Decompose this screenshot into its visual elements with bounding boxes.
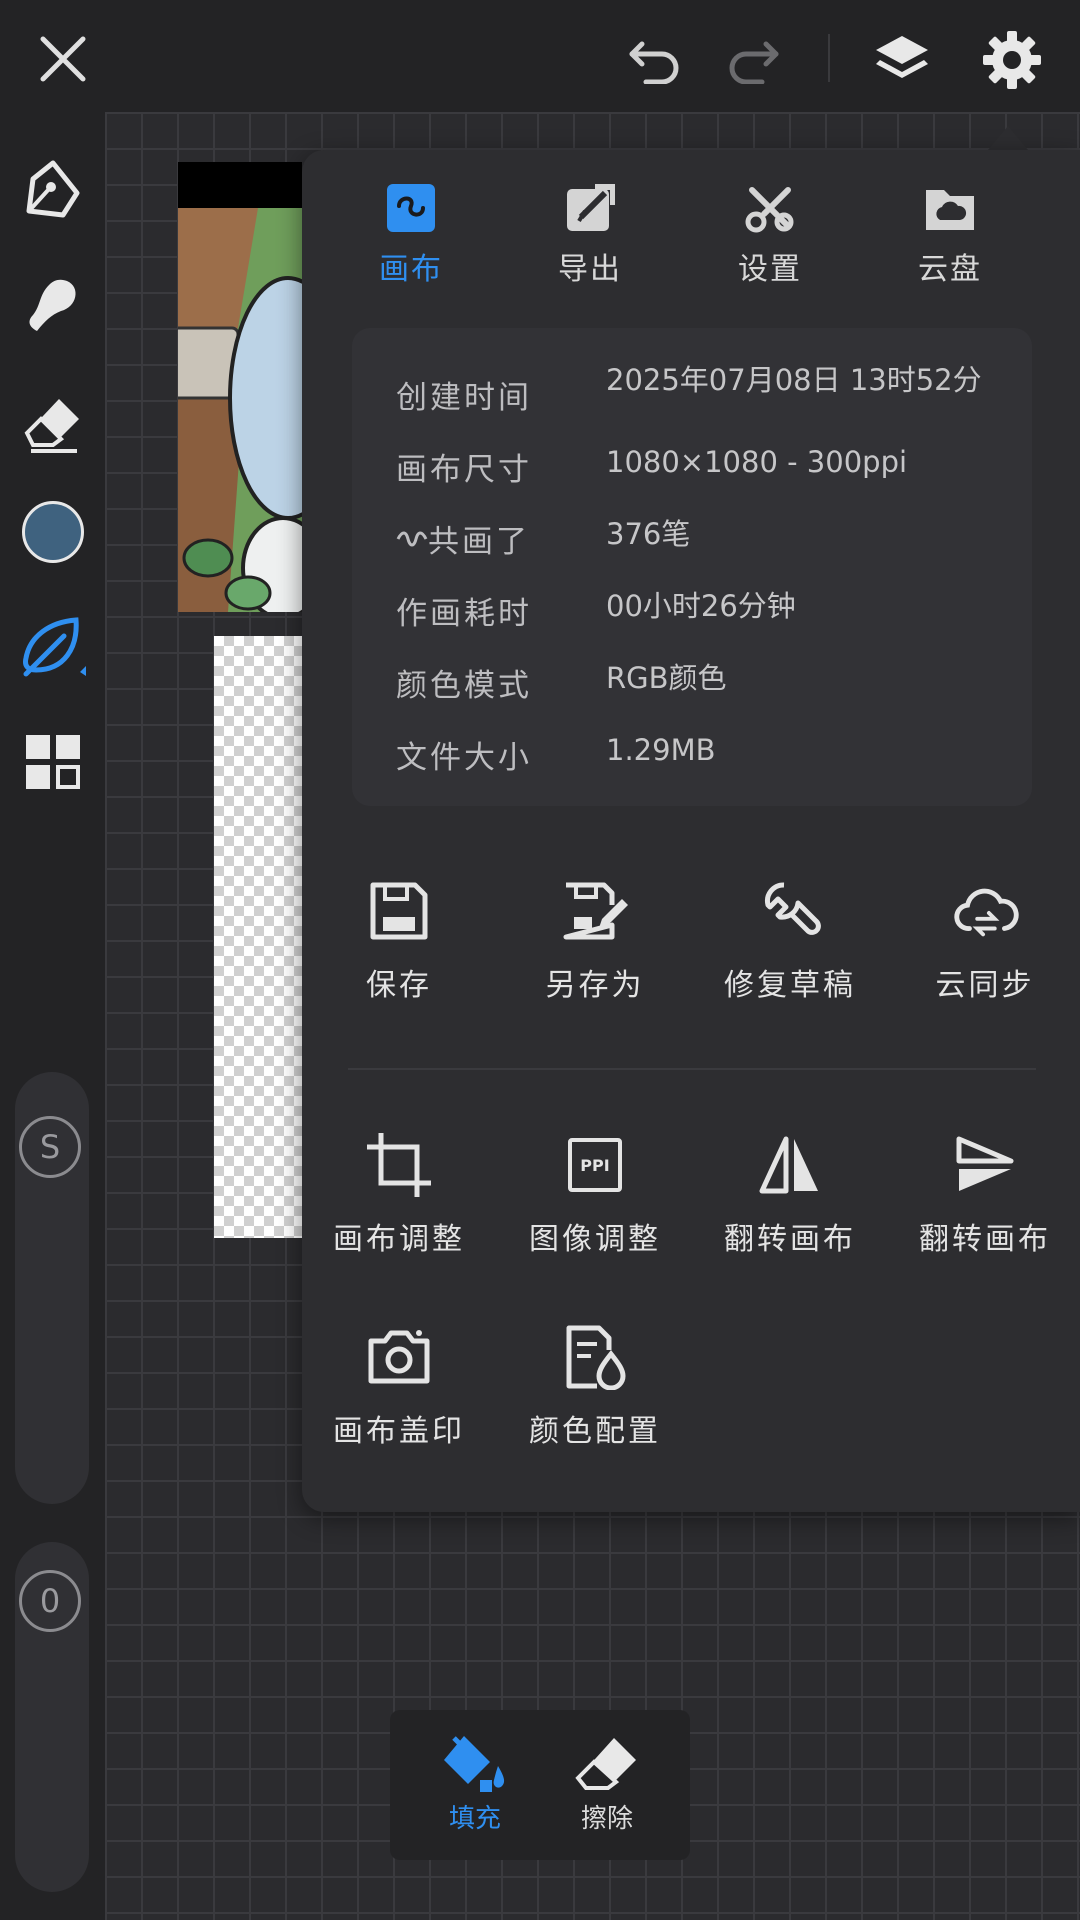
action-label: 翻转画布 [724, 1222, 856, 1257]
camera-icon [364, 1322, 434, 1392]
info-value: 2025年07月08日 13时52分 [606, 363, 982, 397]
top-bar [0, 0, 1080, 112]
info-key: 颜色模式 [396, 668, 532, 704]
redo-icon[interactable] [720, 26, 786, 92]
color-profile-icon [560, 1322, 630, 1392]
save-as-icon [560, 876, 630, 946]
action-label: 另存为 [545, 968, 645, 1003]
crop-icon [364, 1130, 434, 1200]
info-value: 1080×1080 - 300ppi [606, 445, 908, 479]
undo-icon[interactable] [622, 26, 688, 92]
flip-horizontal-icon [755, 1130, 825, 1200]
erase-button[interactable]: 擦除 [552, 1732, 662, 1835]
info-value: 1.29MB [606, 733, 716, 767]
save-as-button[interactable]: 另存为 [500, 876, 690, 1004]
brush-icon[interactable] [18, 154, 88, 224]
tab-label: 设置 [738, 252, 802, 287]
flip-vertical-icon [950, 1130, 1020, 1200]
tab-settings[interactable]: 设置 [700, 180, 840, 288]
export-icon [562, 180, 618, 236]
gear-icon[interactable] [976, 24, 1048, 96]
info-value: RGB颜色 [606, 661, 727, 695]
brush-size-slider[interactable]: S [15, 1072, 89, 1504]
tab-label: 导出 [558, 252, 622, 287]
info-key: 文件大小 [396, 740, 532, 776]
cloud-sync-button[interactable]: 云同步 [890, 876, 1080, 1004]
cloud-sync-icon [950, 876, 1020, 946]
info-row-size: 画布尺寸 1080×1080 - 300ppi [396, 444, 1016, 489]
canvas-info-card: 创建时间 2025年07月08日 13时52分 画布尺寸 1080×1080 -… [352, 328, 1032, 806]
toolbar-divider [828, 34, 830, 82]
image-adjust-button[interactable]: PPI 图像调整 [500, 1130, 690, 1258]
info-row-color-mode: 颜色模式 RGB颜色 [396, 660, 1016, 705]
layers-icon[interactable] [866, 24, 938, 96]
action-label: 图像调整 [529, 1222, 661, 1257]
cloud-folder-icon [922, 180, 978, 236]
info-row-created: 创建时间 2025年07月08日 13时52分 [396, 363, 1016, 417]
opacity-slider[interactable]: 0 [15, 1542, 89, 1892]
tab-canvas[interactable]: 画布 [341, 180, 481, 288]
info-row-file-size: 文件大小 1.29MB [396, 732, 1016, 777]
color-swatch[interactable] [18, 497, 88, 567]
wrench-icon [755, 876, 825, 946]
flip-vertical-button[interactable]: 翻转画布 [890, 1130, 1080, 1258]
tab-export[interactable]: 导出 [520, 180, 660, 288]
info-row-time: 作画耗时 00小时26分钟 [396, 588, 1016, 633]
tab-label: 云盘 [918, 252, 982, 287]
leaf-brush-icon[interactable] [18, 612, 88, 682]
size-knob[interactable]: S [19, 1116, 81, 1178]
artwork-preview [178, 208, 302, 612]
action-label: 颜色配置 [529, 1414, 661, 1449]
ppi-icon: PPI [560, 1130, 630, 1200]
eraser-icon [575, 1738, 636, 1790]
color-profile-button[interactable]: 颜色配置 [500, 1322, 690, 1450]
smudge-icon[interactable] [18, 270, 88, 340]
info-key: 画布尺寸 [396, 452, 532, 488]
info-key: 作画耗时 [396, 596, 532, 632]
artwork-top-band [178, 162, 302, 210]
action-label: 保存 [366, 968, 432, 1003]
fill-label: 填充 [448, 1804, 501, 1834]
erase-label: 擦除 [580, 1804, 633, 1834]
info-key: 共画了 [428, 524, 530, 560]
save-icon [364, 876, 434, 946]
action-label: 云同步 [935, 968, 1035, 1003]
flip-horizontal-button[interactable]: 翻转画布 [695, 1130, 885, 1258]
settings-tools-icon [742, 180, 798, 236]
grid-icon[interactable] [18, 727, 88, 797]
save-button[interactable]: 保存 [304, 876, 494, 1004]
repair-draft-button[interactable]: 修复草稿 [695, 876, 885, 1004]
stroke-count-icon [396, 531, 428, 546]
eraser-icon[interactable] [18, 388, 88, 458]
action-label: 修复草稿 [724, 968, 856, 1003]
paint-bucket-icon [444, 1736, 505, 1792]
fill-erase-bar: 填充 擦除 [390, 1710, 690, 1860]
canvas-menu-panel: 画布 导出 设置 云盘 创建时间 2025年07月08日 13时52分 画布尺寸… [302, 150, 1080, 1512]
info-row-strokes: 共画了 376笔 [396, 516, 1016, 561]
section-divider [348, 1068, 1036, 1070]
close-icon[interactable] [30, 26, 96, 92]
action-label: 翻转画布 [919, 1222, 1051, 1257]
panel-pointer [988, 126, 1028, 150]
info-value: 376笔 [606, 517, 691, 551]
tab-cloud[interactable]: 云盘 [880, 180, 1020, 288]
fill-button[interactable]: 填充 [420, 1732, 530, 1835]
canvas-icon [383, 180, 439, 236]
ppi-icon-text: PPI [568, 1138, 622, 1192]
tab-label: 画布 [379, 252, 443, 287]
transparent-layer-preview [214, 636, 302, 1238]
info-value: 00小时26分钟 [606, 589, 796, 623]
action-label: 画布盖印 [333, 1414, 465, 1449]
canvas-stamp-button[interactable]: 画布盖印 [304, 1322, 494, 1450]
info-key-wrap: 共画了 [396, 516, 606, 561]
opacity-knob[interactable]: 0 [19, 1570, 81, 1632]
left-toolbar: S 0 [0, 112, 105, 1920]
canvas-adjust-button[interactable]: 画布调整 [304, 1130, 494, 1258]
info-key: 创建时间 [396, 380, 532, 416]
action-label: 画布调整 [333, 1222, 465, 1257]
